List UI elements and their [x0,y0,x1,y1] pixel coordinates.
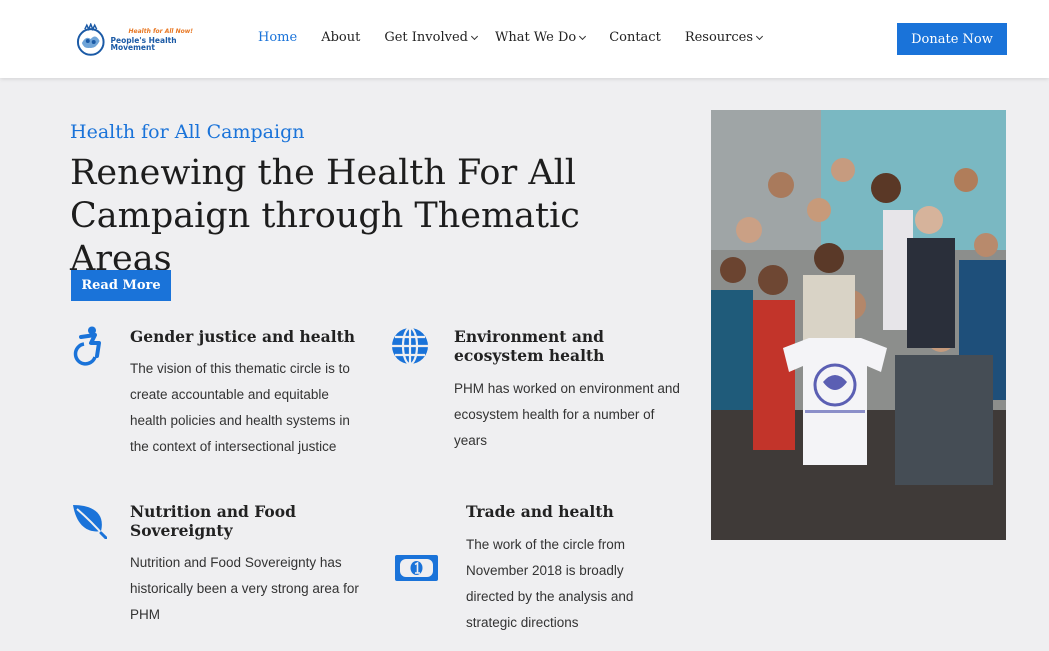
accessibility-icon [73,326,101,366]
feature-desc-gender: The vision of this thematic circle is to… [130,361,350,454]
nav-home[interactable]: Home [258,30,297,45]
nav-contact[interactable]: Contact [609,30,661,45]
nav-about[interactable]: About [321,30,360,45]
feature-title-nutrition: Nutrition and Food Sovereignty [130,502,296,540]
nav-contact-label: Contact [609,30,661,45]
feature-desc-trade: The work of the circle from November 201… [466,537,634,630]
feature-title-environment: Environment and ecosystem health [454,327,605,365]
feature-desc-nutrition: Nutrition and Food Sovereignty has histo… [130,555,359,622]
globe-icon [392,326,428,366]
logo-icon [76,23,105,56]
read-more-button[interactable]: Read More [71,270,171,301]
feature-title-gender: Gender justice and health [130,327,356,346]
nav-what-we-do-label: What We Do [494,30,577,45]
campaign-group-photo [711,110,1006,540]
site-header: Health for All Now! People's Health Move… [0,0,1049,78]
nav-home-label: Home [258,30,298,45]
leaf-icon [73,505,107,539]
logo-tagline: Health for All Now! [128,27,193,35]
nav-get-involved[interactable]: Get Involved [384,30,479,45]
main-nav: Home About Get Involved What We Do Conta… [258,30,764,45]
money-bill-icon [395,555,438,581]
nav-get-involved-label: Get Involved [384,30,468,45]
nav-resources[interactable]: Resources [684,30,764,45]
nav-about-label: About [321,30,361,45]
feature-desc-environment: PHM has worked on environment and ecosys… [454,381,680,448]
donate-button[interactable]: Donate Now [897,23,1007,55]
chevron-down-icon [579,32,587,41]
nav-what-we-do[interactable]: What We Do [494,30,587,45]
page-title: Renewing the Health For All Campaign thr… [70,153,580,279]
logo[interactable]: Health for All Now! People's Health Move… [74,20,222,60]
nav-resources-label: Resources [684,30,754,45]
chevron-down-icon [756,32,764,41]
logo-name: People's Health Movement [110,35,177,52]
feature-title-trade: Trade and health [466,502,614,521]
chevron-down-icon [470,32,479,41]
campaign-eyebrow: Health for All Campaign [70,121,305,143]
